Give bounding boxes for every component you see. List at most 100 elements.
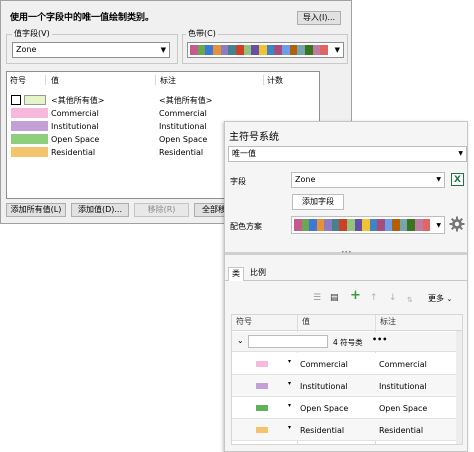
symbol-menu-chevron-icon[interactable]: ▾ bbox=[288, 358, 291, 365]
color-scheme-swatch bbox=[294, 219, 431, 231]
value-field-value: Zone bbox=[16, 45, 37, 54]
row-value: Residential bbox=[51, 148, 96, 157]
remove-button[interactable]: 移除(R) bbox=[134, 203, 189, 217]
value-field-select[interactable]: Zone ▼ bbox=[12, 42, 170, 58]
list-view-icon[interactable]: ☰ bbox=[313, 292, 321, 304]
arrow-up-icon[interactable]: ↑ bbox=[370, 292, 378, 304]
row-label: <其他所有值> bbox=[159, 96, 213, 105]
class-row[interactable]: ▾ Institutional Institutional bbox=[232, 375, 456, 397]
ramp-color-cell bbox=[324, 219, 332, 231]
column-header-label[interactable]: 标注 bbox=[160, 76, 176, 86]
ramp-color-cell bbox=[259, 45, 267, 55]
column-header-symbol[interactable]: 符号 bbox=[10, 76, 26, 86]
symbol-swatch[interactable] bbox=[256, 361, 268, 367]
ramp-color-cell bbox=[339, 219, 347, 231]
color-ramp-swatch bbox=[190, 45, 329, 55]
row-label: Residential bbox=[159, 148, 204, 157]
import-button[interactable]: 导入(I)... bbox=[297, 11, 341, 25]
field-select[interactable]: Zone ▼ bbox=[291, 172, 445, 188]
row-label[interactable]: Open Space bbox=[379, 403, 427, 414]
sort-icon[interactable]: ⇅ bbox=[407, 294, 413, 306]
field-label: 字段 bbox=[230, 177, 246, 186]
ramp-color-cell bbox=[282, 45, 290, 55]
ramp-color-cell bbox=[422, 219, 431, 231]
add-field-button[interactable]: 添加字段 bbox=[292, 194, 344, 210]
symbol-menu-chevron-icon[interactable]: ▾ bbox=[288, 424, 291, 431]
renderer-value: 唯一值 bbox=[232, 149, 256, 158]
ramp-color-cell bbox=[228, 45, 237, 55]
chevron-down-icon: ▼ bbox=[458, 150, 463, 157]
chevron-down-icon: ▼ bbox=[334, 46, 340, 54]
excel-icon[interactable]: X bbox=[451, 173, 464, 186]
ramp-color-cell bbox=[354, 219, 363, 231]
list-row[interactable]: Commercial Commercial bbox=[8, 107, 318, 120]
ramp-color-cell bbox=[190, 45, 198, 55]
ramp-color-cell bbox=[399, 219, 408, 231]
arrow-down-icon[interactable]: ↓ bbox=[389, 292, 397, 304]
add-all-values-button[interactable]: 添加所有值(L) bbox=[6, 203, 66, 217]
ramp-color-cell bbox=[309, 219, 317, 231]
ramp-color-cell bbox=[251, 45, 260, 55]
class-row[interactable]: ▾ Commercial Commercial bbox=[232, 353, 456, 375]
splitter-grip: ••• bbox=[341, 249, 352, 256]
tab-scales[interactable]: 比例 bbox=[247, 267, 269, 281]
checkbox[interactable] bbox=[11, 95, 21, 105]
symbol-swatch bbox=[11, 147, 48, 157]
row-label: Commercial bbox=[159, 109, 207, 118]
row-value: Open Space bbox=[51, 135, 100, 144]
column-header-value[interactable]: 值 bbox=[51, 76, 59, 86]
renderer-select[interactable]: 唯一值 ▼ bbox=[228, 146, 467, 162]
chevron-down-icon[interactable]: ⌄ bbox=[237, 336, 244, 345]
row-value: Institutional bbox=[51, 122, 99, 131]
column-header-label[interactable]: 标注 bbox=[380, 315, 396, 329]
ramp-color-cell bbox=[305, 45, 313, 55]
class-group-row[interactable]: ⌄ 4 符号类 ••• bbox=[232, 332, 456, 352]
symbol-swatch[interactable] bbox=[256, 383, 268, 389]
ramp-color-cell bbox=[362, 219, 370, 231]
class-count: 4 符号类 bbox=[333, 338, 363, 347]
ramp-color-cell bbox=[220, 45, 229, 55]
row-value[interactable]: Residential bbox=[300, 425, 344, 436]
symbol-swatch[interactable] bbox=[256, 427, 268, 433]
tab-classes[interactable]: 类 bbox=[228, 267, 244, 281]
symbol-menu-chevron-icon[interactable]: ▾ bbox=[288, 380, 291, 387]
class-row[interactable]: ▾ Residential Residential bbox=[232, 419, 456, 441]
symbol-swatch[interactable] bbox=[256, 405, 268, 411]
row-value[interactable]: Open Space bbox=[300, 403, 348, 414]
more-menu[interactable]: 更多 ⌄ bbox=[428, 293, 452, 305]
group-heading-input[interactable] bbox=[248, 335, 328, 348]
row-label[interactable]: Institutional bbox=[379, 381, 427, 392]
ramp-color-cell bbox=[331, 219, 340, 231]
row-value[interactable]: Institutional bbox=[300, 381, 348, 392]
class-row[interactable]: ▾ Open Space Open Space bbox=[232, 397, 456, 419]
properties-icon[interactable]: ▤ bbox=[330, 292, 339, 304]
chevron-down-icon: ▼ bbox=[160, 46, 166, 54]
ramp-color-cell bbox=[320, 45, 329, 55]
ramp-color-cell bbox=[294, 219, 302, 231]
column-header-count[interactable]: 计数 bbox=[267, 76, 283, 86]
symbol-swatch bbox=[11, 108, 48, 118]
ramp-color-cell bbox=[266, 45, 275, 55]
ramp-color-cell bbox=[301, 219, 310, 231]
ramp-color-cell bbox=[312, 45, 321, 55]
dialog-description: 使用一个字段中的唯一值绘制类别。 bbox=[10, 13, 155, 23]
add-values-button[interactable]: 添加值(D)... bbox=[71, 203, 129, 217]
ramp-color-cell bbox=[297, 45, 306, 55]
color-scheme-label: 配色方案 bbox=[230, 222, 262, 231]
list-row-other[interactable]: <其他所有值> <其他所有值> bbox=[8, 94, 318, 107]
plus-icon[interactable]: + bbox=[350, 289, 361, 302]
scrollbar[interactable] bbox=[456, 331, 462, 444]
color-scheme-select[interactable]: ▼ bbox=[291, 216, 445, 234]
row-label[interactable]: Commercial bbox=[379, 359, 427, 370]
ramp-color-cell bbox=[197, 45, 206, 55]
row-value[interactable]: Commercial bbox=[300, 359, 348, 370]
symbol-swatch bbox=[11, 134, 48, 144]
group-options-icon[interactable]: ••• bbox=[372, 335, 387, 344]
row-label[interactable]: Residential bbox=[379, 425, 423, 436]
color-ramp-select[interactable]: ▼ bbox=[187, 42, 344, 58]
symbol-menu-chevron-icon[interactable]: ▾ bbox=[288, 402, 291, 409]
ramp-color-cell bbox=[346, 219, 355, 231]
column-header-value[interactable]: 值 bbox=[302, 315, 310, 329]
gear-icon[interactable] bbox=[449, 216, 465, 232]
column-header-symbol[interactable]: 符号 bbox=[236, 315, 252, 329]
